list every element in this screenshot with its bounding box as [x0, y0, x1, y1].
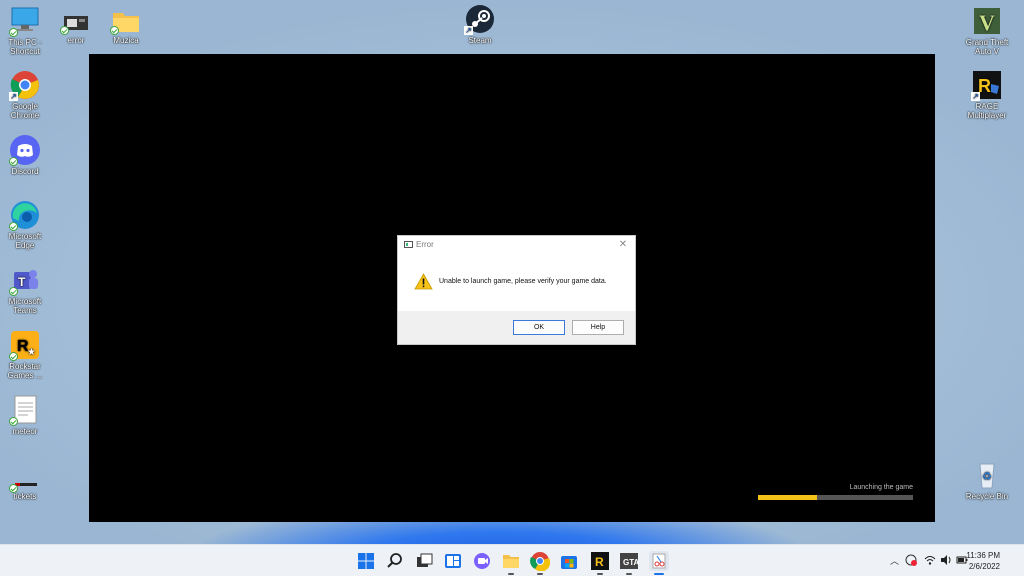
svg-text:V: V — [979, 10, 995, 35]
svg-text:★: ★ — [27, 347, 36, 358]
desktop-icon-muzica[interactable]: Muzica — [101, 8, 151, 45]
search-icon[interactable] — [385, 551, 405, 571]
svg-text:T: T — [18, 275, 26, 289]
rage-mp-icon: R ↗ — [971, 70, 1002, 101]
taskbar: R GTA ︿ 11:36 PM 2/6/2022 — [0, 544, 1024, 576]
error-dialog: Error ✕ Unable to launch game, please ve… — [397, 235, 636, 345]
close-icon[interactable]: ✕ — [616, 238, 630, 252]
task-view-icon[interactable] — [414, 551, 434, 571]
running-indicator — [508, 573, 514, 575]
running-indicator — [537, 573, 543, 575]
desktop-icon-rockstar-games[interactable]: R ★ Rockstar Games ... — [0, 330, 50, 380]
desktop-icon-google-chrome[interactable]: ↗ Google Chrome — [0, 70, 50, 120]
sync-status-icon — [9, 28, 18, 37]
desktop-icon-error[interactable]: error — [51, 10, 101, 45]
svg-text:GTA: GTA — [623, 558, 639, 567]
chat-icon[interactable] — [472, 551, 492, 571]
desktop-icon-label: Discord — [11, 167, 39, 176]
desktop-icon-steam[interactable]: ↗ Steam — [455, 4, 505, 45]
ok-button[interactable]: OK — [513, 320, 565, 335]
desktop-icon-microsoft-edge[interactable]: Microsoft Edge — [0, 200, 50, 250]
sync-status-icon — [9, 352, 18, 361]
desktop-icon-label: Steam — [468, 36, 492, 45]
dialog-titlebar[interactable]: Error ✕ — [398, 236, 635, 254]
desktop-icon-this-pc[interactable]: This PC - Shortcut — [0, 6, 50, 56]
desktop-icon-label: RAGE Multiplayer — [967, 102, 1007, 120]
desktop-icon-label: Microsoft Edge — [8, 232, 42, 250]
desktop-icon-label: Muzica — [113, 36, 139, 45]
desktop-icon-label: meteor — [12, 427, 38, 436]
text-file-icon — [9, 395, 40, 426]
desktop-icon-label: error — [67, 36, 85, 45]
desktop-icon-meteor[interactable]: meteor — [0, 395, 50, 436]
recycle-bin-icon: ♻ — [972, 460, 1002, 490]
active-indicator — [654, 573, 664, 575]
clock[interactable]: 11:36 PM 2/6/2022 — [966, 550, 1000, 572]
discord-icon — [9, 135, 40, 166]
chrome-icon[interactable] — [530, 551, 551, 575]
gta-icon[interactable]: GTA — [619, 551, 640, 575]
monitor-icon — [9, 6, 40, 37]
wifi-icon[interactable] — [924, 554, 936, 568]
desktop-icon-label: This PC - Shortcut — [8, 38, 42, 56]
clock-time: 11:36 PM — [966, 551, 1000, 560]
teams-icon: T — [9, 265, 40, 296]
file-icon — [9, 478, 40, 493]
sync-status-icon — [110, 26, 119, 35]
folder-icon — [110, 8, 141, 35]
sync-status-icon — [9, 287, 18, 296]
snipping-tool-icon[interactable] — [649, 551, 669, 575]
desktop-icon-label: Microsoft Teams — [8, 297, 42, 315]
svg-text:♻: ♻ — [982, 471, 992, 483]
widgets-icon[interactable] — [443, 551, 463, 571]
desktop-icon-recycle-bin[interactable]: ♻ Recycle Bin — [962, 460, 1012, 501]
chrome-icon: ↗ — [9, 70, 40, 101]
sync-status-icon — [9, 157, 18, 166]
help-button[interactable]: Help — [572, 320, 624, 335]
desktop-icon-gta-v[interactable]: V Grand Theft Auto V — [962, 6, 1012, 56]
shortcut-arrow-icon: ↗ — [9, 92, 18, 101]
clock-date: 2/6/2022 — [968, 562, 1000, 571]
shortcut-arrow-icon: ↗ — [464, 26, 473, 35]
desktop-icon-label: Rockstar Games ... — [7, 362, 43, 380]
app-window-icon — [60, 10, 91, 35]
dialog-body: Unable to launch game, please verify you… — [398, 254, 635, 312]
app-icon — [404, 241, 413, 248]
desktop-icon-label: Google Chrome — [10, 102, 40, 120]
desktop-icon-label: tickets — [13, 492, 37, 501]
store-icon[interactable] — [559, 551, 579, 571]
dialog-title: Error — [416, 240, 434, 249]
rage-icon[interactable]: R — [590, 551, 610, 575]
steam-icon: ↗ — [464, 4, 495, 35]
notification-app-icon[interactable] — [905, 554, 917, 568]
desktop-icon-label: Grand Theft Auto V — [965, 38, 1009, 56]
desktop-icon-discord[interactable]: Discord — [0, 135, 50, 176]
sync-status-icon — [9, 417, 18, 426]
desktop-icon-tickets[interactable]: tickets — [0, 478, 50, 501]
volume-icon[interactable] — [940, 554, 952, 568]
running-indicator — [597, 573, 603, 575]
file-explorer-icon[interactable] — [501, 551, 521, 575]
desktop: This PC - Shortcut ↗ Google Chrome Disco… — [0, 0, 1024, 544]
desktop-icon-label: Recycle Bin — [965, 492, 1009, 501]
launch-progress-fill — [758, 495, 817, 500]
rockstar-icon: R ★ — [9, 330, 40, 361]
desktop-icon-rage-multiplayer[interactable]: R ↗ RAGE Multiplayer — [962, 70, 1012, 120]
gta-v-icon: V — [972, 6, 1002, 36]
shortcut-arrow-icon: ↗ — [971, 92, 980, 101]
launch-progress-bar — [758, 495, 913, 500]
desktop-icon-microsoft-teams[interactable]: T Microsoft Teams — [0, 265, 50, 315]
start-icon[interactable] — [356, 551, 376, 571]
warning-icon — [414, 273, 433, 290]
chevron-up-icon[interactable]: ︿ — [890, 554, 899, 567]
sync-status-icon — [9, 484, 18, 493]
svg-text:R: R — [595, 555, 604, 569]
running-indicator — [626, 573, 632, 575]
sync-status-icon — [60, 26, 69, 35]
dialog-footer: OK Help — [398, 311, 635, 344]
dialog-message: Unable to launch game, please verify you… — [439, 278, 607, 285]
edge-icon — [9, 200, 40, 231]
sync-status-icon — [9, 222, 18, 231]
launch-status-text: Launching the game — [849, 484, 913, 491]
